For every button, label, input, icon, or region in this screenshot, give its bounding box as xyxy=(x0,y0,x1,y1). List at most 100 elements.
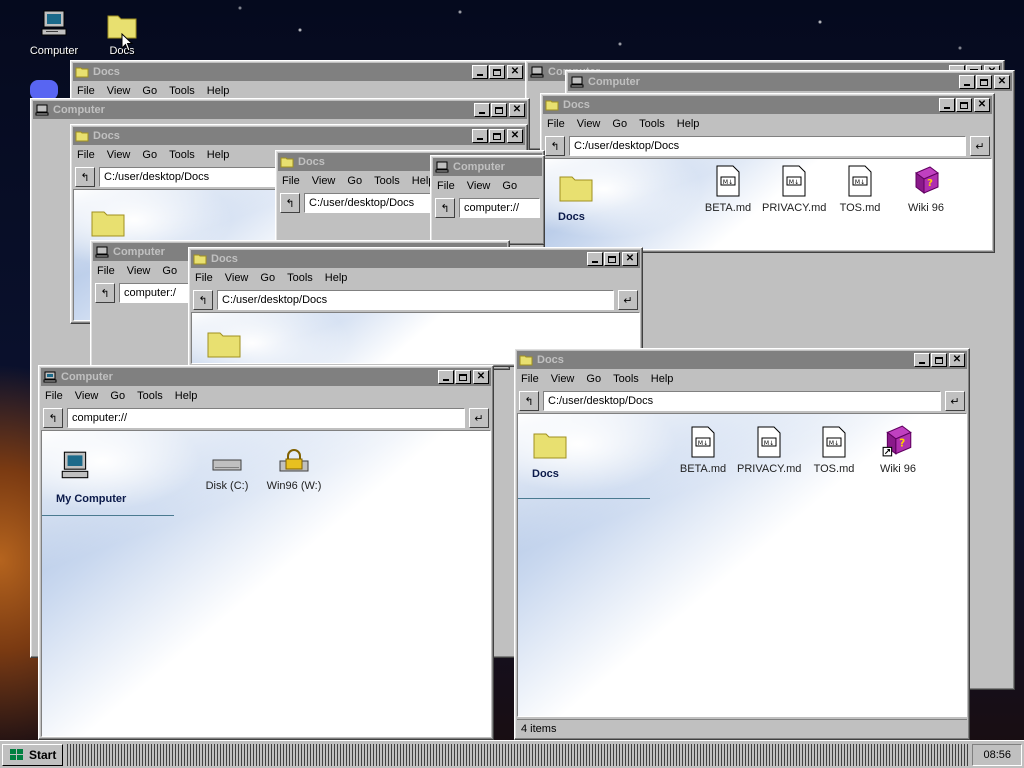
menu-go[interactable]: Go xyxy=(586,373,601,385)
close-button[interactable]: ✕ xyxy=(509,103,525,117)
menu-go[interactable]: Go xyxy=(142,149,157,161)
menu-go[interactable]: Go xyxy=(162,265,177,277)
up-button[interactable]: ↰ xyxy=(95,283,115,303)
menu-help[interactable]: Help xyxy=(325,272,348,284)
up-button[interactable]: ↰ xyxy=(43,408,63,428)
close-button[interactable]: ✕ xyxy=(994,75,1010,89)
file-item[interactable]: M↓ BETA.md xyxy=(696,165,760,214)
menu-file[interactable]: File xyxy=(77,149,95,161)
menu-view[interactable]: View xyxy=(312,175,336,187)
start-button[interactable]: Start xyxy=(2,743,64,766)
up-button[interactable]: ↰ xyxy=(75,167,95,187)
title-bar[interactable]: Docs ✕ xyxy=(543,96,992,114)
minimize-button[interactable] xyxy=(959,75,975,89)
menu-view[interactable]: View xyxy=(107,85,131,97)
window-docs-main[interactable]: Docs ✕ File View Go Tools Help ↰ C:/user/des… xyxy=(514,348,970,740)
menu-view[interactable]: View xyxy=(75,390,99,402)
maximize-button[interactable] xyxy=(956,98,972,112)
menu-view[interactable]: View xyxy=(127,265,151,277)
title-bar[interactable]: Docs ✕ xyxy=(191,250,640,268)
clock[interactable]: 08:56 xyxy=(972,743,1022,766)
menu-view[interactable]: View xyxy=(467,180,491,192)
close-button[interactable]: ✕ xyxy=(507,129,523,143)
window-computer-back5[interactable]: Computer File View Go ↰ computer:// xyxy=(430,155,545,245)
maximize-button[interactable] xyxy=(489,129,505,143)
menu-view[interactable]: View xyxy=(551,373,575,385)
menu-go[interactable]: Go xyxy=(612,118,627,130)
title-bar[interactable]: Computer ✕ xyxy=(33,101,527,119)
menu-help[interactable]: Help xyxy=(175,390,198,402)
menu-file[interactable]: File xyxy=(97,265,115,277)
file-item[interactable]: M↓ BETA.md xyxy=(671,426,735,475)
menu-file[interactable]: File xyxy=(437,180,455,192)
menu-view[interactable]: View xyxy=(107,149,131,161)
go-button[interactable]: ↵ xyxy=(970,136,990,156)
file-item[interactable]: M↓ TOS.md xyxy=(828,165,892,214)
minimize-button[interactable] xyxy=(474,103,490,117)
title-bar[interactable]: Computer ✕ xyxy=(41,368,491,386)
close-button[interactable]: ✕ xyxy=(974,98,990,112)
maximize-button[interactable] xyxy=(489,65,505,79)
title-bar[interactable]: Docs ✕ xyxy=(517,351,967,369)
title-bar[interactable]: Computer xyxy=(433,158,542,176)
address-field[interactable]: computer:// xyxy=(67,408,465,428)
minimize-button[interactable] xyxy=(438,370,454,384)
maximize-button[interactable] xyxy=(604,252,620,266)
address-field[interactable]: computer:// xyxy=(459,198,540,218)
menu-go[interactable]: Go xyxy=(260,272,275,284)
minimize-button[interactable] xyxy=(939,98,955,112)
maximize-button[interactable] xyxy=(976,75,992,89)
menu-go[interactable]: Go xyxy=(347,175,362,187)
close-button[interactable]: ✕ xyxy=(473,370,489,384)
menu-tools[interactable]: Tools xyxy=(287,272,313,284)
close-button[interactable]: ✕ xyxy=(507,65,523,79)
up-button[interactable]: ↰ xyxy=(193,290,213,310)
menu-help[interactable]: Help xyxy=(207,85,230,97)
drive-item[interactable]: Disk (C:) xyxy=(195,455,259,492)
address-field[interactable]: C:/user/desktop/Docs xyxy=(569,136,966,156)
up-button[interactable]: ↰ xyxy=(435,198,455,218)
menu-view[interactable]: View xyxy=(577,118,601,130)
menu-file[interactable]: File xyxy=(45,390,63,402)
maximize-button[interactable] xyxy=(931,353,947,367)
title-bar[interactable]: Docs ✕ xyxy=(73,127,525,145)
menu-tools[interactable]: Tools xyxy=(613,373,639,385)
menu-tools[interactable]: Tools xyxy=(137,390,163,402)
file-item[interactable]: M↓ TOS.md xyxy=(802,426,866,475)
window-docs-upper[interactable]: Docs ✕ File View Go Tools Help ↰ C:/user/des… xyxy=(540,93,995,253)
file-item[interactable]: M↓ PRIVACY.md xyxy=(737,426,801,475)
minimize-button[interactable] xyxy=(587,252,603,266)
maximize-button[interactable] xyxy=(455,370,471,384)
file-item[interactable]: ? Wiki 96 xyxy=(866,424,930,475)
menu-tools[interactable]: Tools xyxy=(639,118,665,130)
file-item[interactable]: ? Wiki 96 xyxy=(894,165,958,214)
menu-file[interactable]: File xyxy=(282,175,300,187)
menu-go[interactable]: Go xyxy=(142,85,157,97)
menu-tools[interactable]: Tools xyxy=(169,149,195,161)
menu-tools[interactable]: Tools xyxy=(169,85,195,97)
address-field[interactable]: C:/user/desktop/Docs xyxy=(543,391,941,411)
minimize-button[interactable] xyxy=(914,353,930,367)
menu-file[interactable]: File xyxy=(521,373,539,385)
task-band[interactable] xyxy=(67,743,969,766)
close-button[interactable]: ✕ xyxy=(949,353,965,367)
window-computer-main[interactable]: Computer ✕ File View Go Tools Help ↰ compute… xyxy=(38,365,494,740)
drive-item[interactable]: Win96 (W:) xyxy=(262,447,326,492)
menu-go[interactable]: Go xyxy=(502,180,517,192)
go-button[interactable]: ↵ xyxy=(469,408,489,428)
menu-file[interactable]: File xyxy=(195,272,213,284)
up-button[interactable]: ↰ xyxy=(280,193,300,213)
discord-icon[interactable] xyxy=(30,80,58,100)
title-bar[interactable]: Docs ✕ xyxy=(73,63,525,81)
file-item[interactable]: M↓ PRIVACY.md xyxy=(762,165,826,214)
up-button[interactable]: ↰ xyxy=(545,136,565,156)
menu-file[interactable]: File xyxy=(77,85,95,97)
address-field[interactable]: C:/user/desktop/Docs xyxy=(217,290,614,310)
menu-go[interactable]: Go xyxy=(110,390,125,402)
menu-help[interactable]: Help xyxy=(677,118,700,130)
go-button[interactable]: ↵ xyxy=(945,391,965,411)
menu-help[interactable]: Help xyxy=(207,149,230,161)
minimize-button[interactable] xyxy=(472,65,488,79)
menu-tools[interactable]: Tools xyxy=(374,175,400,187)
maximize-button[interactable] xyxy=(491,103,507,117)
